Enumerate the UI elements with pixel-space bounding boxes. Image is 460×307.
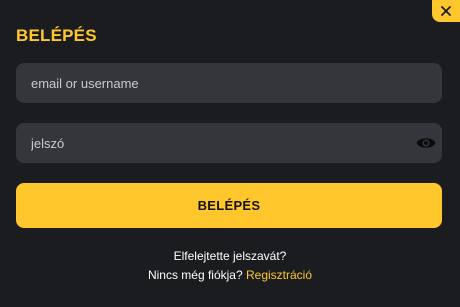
login-modal: BELÉPÉS BELÉPÉS Elfelejtette jelszavát? … [0, 0, 460, 307]
modal-title: BELÉPÉS [16, 26, 97, 45]
password-input[interactable] [16, 123, 414, 163]
email-field-wrapper [16, 63, 442, 103]
no-account-text: Nincs még fiókja? [147, 268, 246, 282]
password-field-wrapper [16, 123, 442, 163]
login-button[interactable]: BELÉPÉS [16, 183, 442, 228]
forgot-password-row: Elfelejtette jelszavát? [0, 249, 460, 263]
forgot-password-link[interactable]: Elfelejtette jelszavát? [174, 249, 287, 263]
close-button[interactable] [432, 0, 460, 22]
register-link[interactable]: Regisztráció [246, 268, 312, 282]
close-icon [441, 6, 451, 16]
eye-icon [416, 138, 436, 148]
register-row: Nincs még fiókja? Regisztráció [0, 268, 460, 282]
email-input[interactable] [16, 63, 442, 103]
show-password-toggle[interactable] [414, 133, 438, 153]
